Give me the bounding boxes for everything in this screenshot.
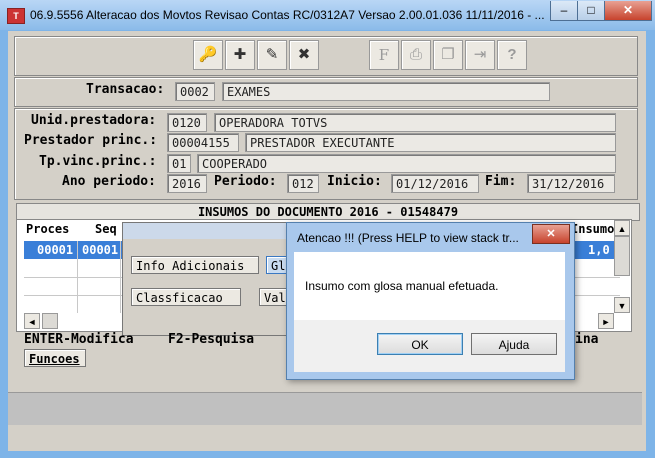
valores-button[interactable]: Val xyxy=(259,288,289,306)
exit-icon[interactable]: ⇥ xyxy=(465,40,495,70)
maximize-button[interactable]: □ xyxy=(577,1,605,21)
row1-proces: 00001 xyxy=(37,243,74,257)
classificacao-button[interactable]: Classficacao xyxy=(131,288,241,306)
tpvinc-code-field[interactable]: 01 xyxy=(167,154,191,173)
scroll-left-button[interactable]: ◄ xyxy=(24,313,40,329)
col-header-insumo[interactable]: Insumo xyxy=(571,222,614,236)
unid-desc-field[interactable]: OPERADORA TOTVS xyxy=(214,113,616,132)
f2-hint: F2-Pesquisa xyxy=(168,332,255,347)
add-icon[interactable]: ✚ xyxy=(225,40,255,70)
inicio-label: Inicio: xyxy=(327,174,382,189)
periodo-label: Periodo: xyxy=(214,174,277,189)
window-title: 06.9.5556 Alteracao dos Movtos Revisao C… xyxy=(30,8,545,22)
delete-icon[interactable]: ✖ xyxy=(289,40,319,70)
scroll-up-button[interactable]: ▲ xyxy=(614,220,630,236)
dialog-message: Insumo com glosa manual efetuada. xyxy=(305,279,499,293)
unid-label: Unid.prestadora: xyxy=(31,113,157,128)
filter-icon[interactable]: F xyxy=(369,40,399,70)
periodo-field[interactable]: 012 xyxy=(287,174,319,193)
alert-dialog: Atencao !!! (Press HELP to view stack tr… xyxy=(286,222,575,380)
copy-icon[interactable]: ❐ xyxy=(433,40,463,70)
fim-label: Fim: xyxy=(485,174,517,189)
row1-value: 1,0 xyxy=(588,243,610,257)
title-bar[interactable]: T 06.9.5556 Alteracao dos Movtos Revisao… xyxy=(0,0,655,30)
app-icon: T xyxy=(7,8,25,24)
vertical-scroll-thumb[interactable] xyxy=(614,236,630,276)
row1-seq: 00001 xyxy=(82,243,119,257)
col-header-seq[interactable]: Seq xyxy=(95,222,117,236)
close-button[interactable]: ✕ xyxy=(604,1,652,21)
prestador-desc-field[interactable]: PRESTADOR EXECUTANTE xyxy=(245,133,616,152)
ano-field[interactable]: 2016 xyxy=(167,174,207,193)
scroll-down-button[interactable]: ▼ xyxy=(614,297,630,313)
fim-field[interactable]: 31/12/2016 xyxy=(527,174,615,193)
grid-line xyxy=(120,241,121,313)
tpvinc-label: Tp.vinc.princ.: xyxy=(39,154,157,169)
horizontal-scroll-thumb[interactable] xyxy=(42,313,58,329)
scroll-right-button[interactable]: ► xyxy=(598,313,614,329)
inicio-field[interactable]: 01/12/2016 xyxy=(391,174,479,193)
dialog-title: Atencao !!! (Press HELP to view stack tr… xyxy=(297,231,519,245)
prestador-code-field[interactable]: 00004155 xyxy=(167,133,239,152)
glosa-button[interactable]: Gl xyxy=(266,256,288,274)
transacao-code-field[interactable]: 0002 xyxy=(175,82,215,101)
toolbar-panel xyxy=(14,36,638,76)
enter-hint: ENTER-Modifica xyxy=(24,332,134,347)
help-icon[interactable]: ? xyxy=(497,40,527,70)
status-bar xyxy=(8,392,642,425)
ok-button[interactable]: OK xyxy=(377,333,463,355)
edit-icon[interactable]: ✎ xyxy=(257,40,287,70)
prestador-label: Prestador princ.: xyxy=(24,133,158,148)
funcoes-button[interactable]: Funcoes xyxy=(24,349,86,367)
info-adicionais-button[interactable]: Info Adicionais xyxy=(131,256,259,274)
unid-code-field[interactable]: 0120 xyxy=(167,113,207,132)
dialog-close-button[interactable]: ✕ xyxy=(532,224,570,244)
col-header-proces[interactable]: Proces xyxy=(26,222,69,236)
grid-line xyxy=(77,241,78,313)
tpvinc-desc-field[interactable]: COOPERADO xyxy=(197,154,616,173)
transacao-label: Transacao: xyxy=(86,82,165,97)
transacao-desc-field[interactable]: EXAMES xyxy=(222,82,550,101)
ano-label: Ano periodo: xyxy=(62,174,156,189)
print-icon[interactable]: ⎙ xyxy=(401,40,431,70)
right-hint: ina xyxy=(575,332,599,347)
minimize-button[interactable]: – xyxy=(550,1,578,21)
ajuda-button[interactable]: Ajuda xyxy=(471,333,557,355)
key-icon[interactable]: 🔑 xyxy=(193,40,223,70)
